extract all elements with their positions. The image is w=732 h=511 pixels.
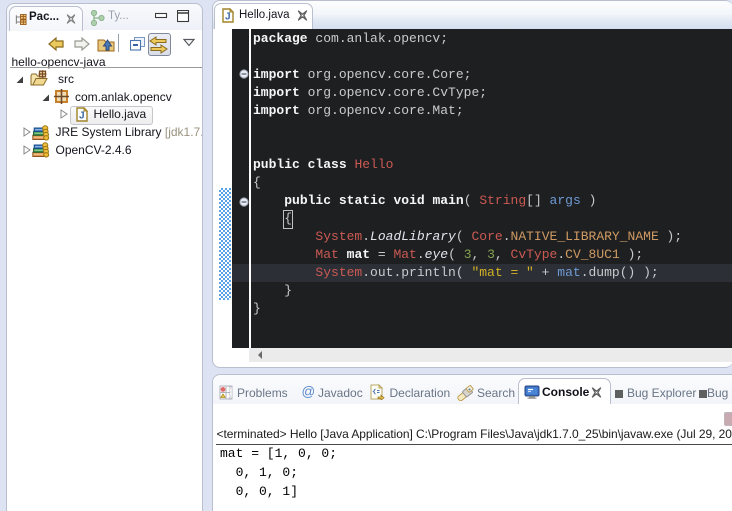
svg-text:J: J [225, 12, 231, 23]
svg-text:J: J [79, 111, 85, 122]
